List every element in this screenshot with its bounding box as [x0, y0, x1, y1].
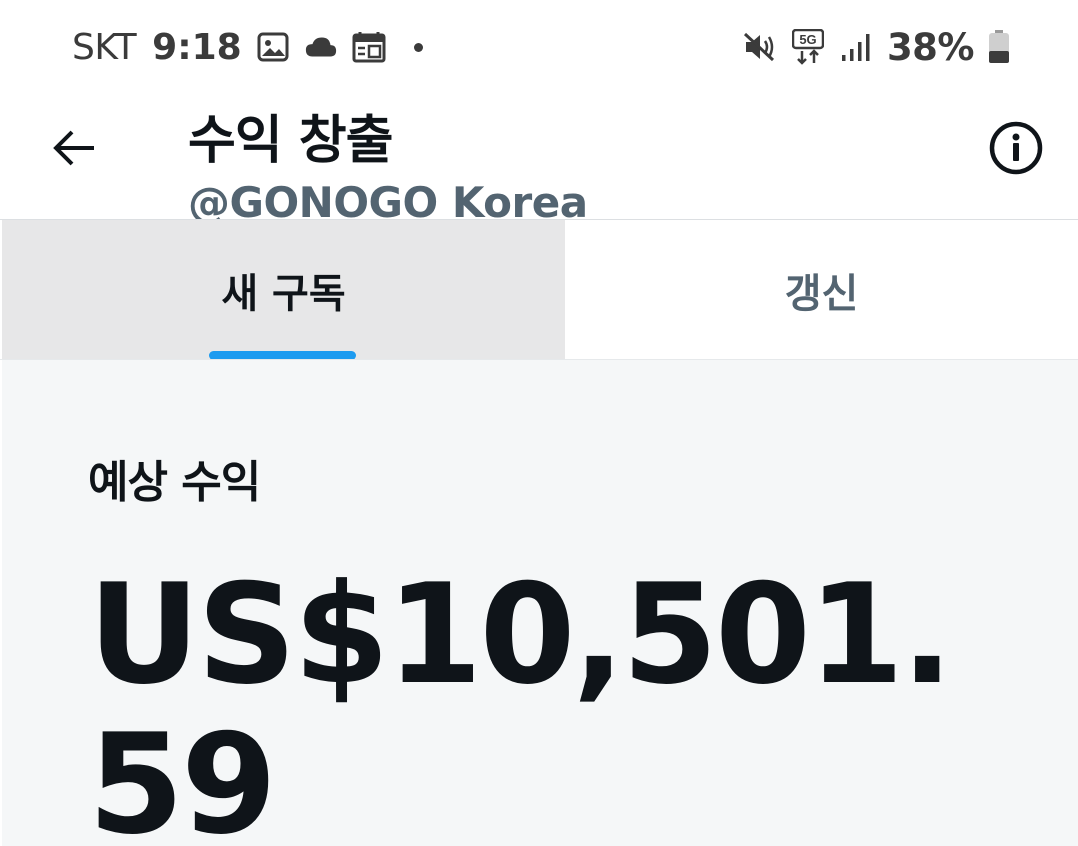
status-bar: SKT 9:18 5G 38% — [0, 0, 1078, 94]
calendar-icon — [352, 30, 386, 64]
estimated-earnings-label: 예상 수익 — [88, 457, 261, 508]
battery-percentage: 38% — [886, 25, 975, 69]
cloud-icon — [304, 30, 338, 64]
page-title: 수익 창출 — [188, 111, 393, 171]
screen: SKT 9:18 5G 38% 수익 창출 @GONOGO Korea 새 구독… — [0, 0, 1078, 846]
info-icon — [989, 121, 1043, 175]
app-header: 수익 창출 @GONOGO Korea — [0, 94, 1078, 220]
account-handle: @GONOGO Korea — [188, 178, 588, 220]
battery-icon — [988, 30, 1010, 64]
back-button[interactable] — [48, 122, 100, 174]
earnings-panel: 예상 수익 US$10,501.59 — [2, 360, 1078, 846]
svg-text:5G: 5G — [799, 32, 816, 47]
arrow-left-icon — [53, 130, 94, 166]
mute-icon — [743, 30, 777, 64]
tab-new-subscriptions[interactable]: 새 구독 — [2, 220, 565, 360]
signal-icon — [839, 30, 873, 64]
5g-icon: 5G — [791, 29, 825, 65]
tab-label: 갱신 — [784, 271, 859, 317]
clock: 9:18 — [152, 26, 242, 68]
estimated-earnings-value: US$10,501.59 — [88, 554, 953, 846]
tab-label: 새 구독 — [221, 271, 346, 317]
image-icon — [256, 30, 290, 64]
carrier-label: SKT — [72, 26, 137, 68]
tab-renewals[interactable]: 갱신 — [565, 220, 1078, 360]
notification-dot-icon — [413, 42, 423, 52]
tab-bar: 새 구독 갱신 — [0, 220, 1078, 360]
status-bar-left: SKT 9:18 — [72, 27, 423, 68]
info-button[interactable] — [988, 120, 1044, 176]
status-bar-right: 5G 38% — [743, 26, 1010, 69]
